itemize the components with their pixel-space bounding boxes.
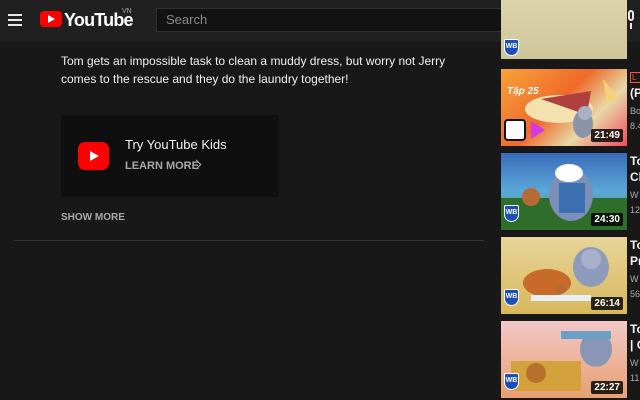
country-code: VN: [122, 8, 132, 15]
recommendation-card[interactable]: WB 26:14 To Pr W 56: [501, 237, 640, 315]
wb-logo-icon: WB: [504, 289, 519, 306]
video-description: Tom gets an impossible task to clean a m…: [61, 54, 446, 86]
youtube-kids-icon: [78, 142, 109, 170]
video-duration: 26:14: [591, 297, 623, 310]
kids-promo-title: Try YouTube Kids: [125, 137, 227, 152]
video-meta: 8.4: [630, 121, 640, 131]
channel-name: Bo: [630, 106, 640, 116]
show-more-button[interactable]: SHOW MORE: [61, 212, 125, 223]
video-title: To: [630, 154, 640, 168]
video-meta: 12: [630, 205, 640, 215]
video-title: Pr: [630, 254, 640, 268]
play-arrow-icon: [531, 121, 545, 139]
channel-name: W: [630, 358, 639, 368]
recommendation-card[interactable]: WB 24:30 To Ch W 12: [501, 153, 640, 231]
video-duration: 21:49: [591, 129, 623, 142]
youtube-kids-promo: Try YouTube Kids LEARN MORE: [61, 115, 279, 197]
video-duration: 22:27: [591, 381, 623, 394]
recommendation-card[interactable]: WB: [501, 0, 640, 60]
video-title: (P: [630, 86, 640, 100]
wb-logo-icon: WB: [504, 205, 519, 222]
video-title: Ch: [630, 170, 640, 184]
boomerang-logo-icon: [504, 119, 526, 141]
video-thumbnail[interactable]: WB 26:14: [501, 237, 627, 314]
video-meta: 56: [630, 289, 640, 299]
video-title: | C: [630, 338, 640, 352]
video-title: To: [630, 238, 640, 252]
recommendation-card[interactable]: Tập 25 21:49 L (P Bo 8.4: [501, 69, 640, 147]
wb-logo-icon: WB: [504, 39, 519, 56]
recommendation-card[interactable]: WB 22:27 To | C W 11: [501, 321, 640, 399]
learn-more-link[interactable]: LEARN MORE: [125, 160, 199, 172]
youtube-play-icon: [40, 11, 62, 27]
live-badge: L: [630, 72, 640, 83]
video-duration: 24:30: [591, 213, 623, 226]
video-thumbnail[interactable]: WB 22:27: [501, 321, 627, 398]
video-thumbnail[interactable]: WB: [501, 0, 627, 59]
episode-tag: Tập 25: [507, 86, 539, 97]
video-thumbnail[interactable]: WB 24:30: [501, 153, 627, 230]
video-meta: 11: [630, 373, 640, 383]
channel-name: W: [630, 274, 639, 284]
wb-logo-icon: WB: [504, 373, 519, 390]
video-title: To: [630, 322, 640, 336]
video-thumbnail[interactable]: Tập 25 21:49: [501, 69, 627, 146]
channel-name: W: [630, 190, 639, 200]
divider: [14, 240, 484, 241]
menu-icon[interactable]: [6, 9, 26, 31]
